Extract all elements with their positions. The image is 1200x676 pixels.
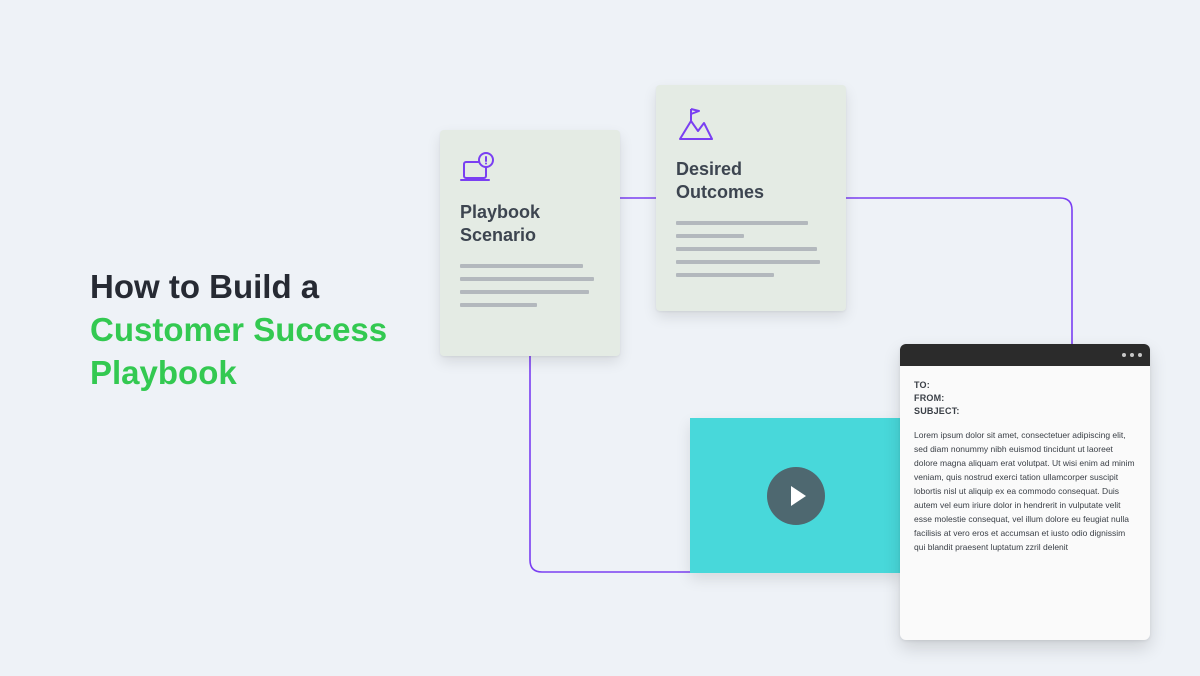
warning-laptop-icon: [460, 173, 498, 190]
title-line-1: How to Build a: [90, 266, 430, 309]
video-thumbnail[interactable]: [690, 418, 902, 573]
card-title: Desired Outcomes: [676, 158, 826, 203]
window-dot-icon: [1122, 353, 1126, 357]
email-body: TO: FROM: SUBJECT: Lorem ipsum dolor sit…: [900, 366, 1150, 564]
card-desired-outcomes: Desired Outcomes: [656, 85, 846, 311]
window-titlebar: [900, 344, 1150, 366]
window-dot-icon: [1138, 353, 1142, 357]
play-button[interactable]: [767, 467, 825, 525]
card-title: Playbook Scenario: [460, 201, 600, 246]
placeholder-text-lines: [460, 264, 600, 307]
title-line-2b: Playbook: [90, 352, 430, 395]
card-playbook-scenario: Playbook Scenario: [440, 130, 620, 356]
email-window: TO: FROM: SUBJECT: Lorem ipsum dolor sit…: [900, 344, 1150, 640]
mountain-flag-icon: [676, 130, 716, 147]
email-body-text: Lorem ipsum dolor sit amet, consectetuer…: [914, 428, 1136, 554]
diagram-canvas: How to Build a Customer Success Playbook…: [0, 0, 1200, 676]
title-line-2a: Customer Success: [90, 309, 430, 352]
window-dot-icon: [1130, 353, 1134, 357]
play-icon: [791, 486, 806, 506]
email-from-label: FROM:: [914, 393, 1136, 403]
placeholder-text-lines: [676, 221, 826, 277]
email-subject-label: SUBJECT:: [914, 406, 1136, 416]
email-to-label: TO:: [914, 380, 1136, 390]
page-title: How to Build a Customer Success Playbook: [90, 266, 430, 395]
